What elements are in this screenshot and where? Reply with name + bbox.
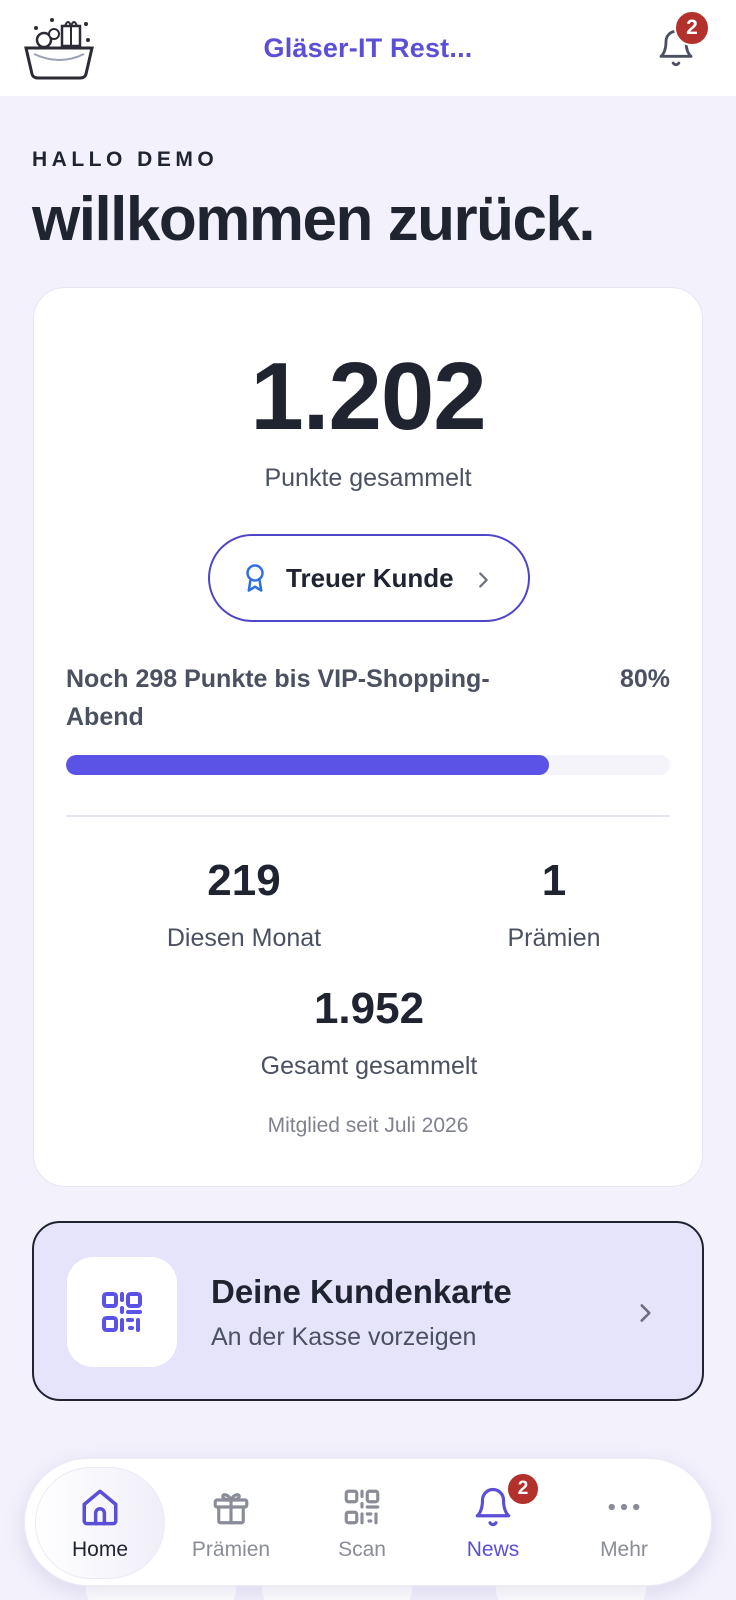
greeting-welcome: willkommen zurück.	[32, 185, 596, 254]
progress-percent: 80%	[619, 665, 670, 693]
gift-basket-logo[interactable]	[22, 14, 96, 80]
notification-badge: 2	[674, 10, 710, 46]
divider	[66, 815, 670, 817]
stat-rewards: 1 Prämien	[404, 856, 704, 953]
bottom-navigation: Home Prämien Scan 2 News Mehr	[24, 1458, 712, 1586]
stat-this-month: 219 Diesen Monat	[94, 856, 394, 953]
customer-card-title: Deine Kundenkarte	[211, 1273, 512, 1310]
notifications-button[interactable]: 2	[656, 10, 710, 68]
qr-scan-icon	[344, 1489, 380, 1525]
nav-scan[interactable]: Scan	[297, 1459, 427, 1587]
nav-news-label: News	[466, 1538, 520, 1561]
stat-total-label: Gesamt gesammelt	[260, 1052, 478, 1080]
app-title: Gläser-IT Rest...	[263, 32, 473, 63]
member-since: Mitglied seit Juli 2026	[267, 1114, 469, 1137]
app-header: Gläser-IT Rest... 2	[0, 0, 736, 96]
greeting-hello: HALLO DEMO	[32, 148, 219, 171]
nav-home[interactable]: Home	[35, 1459, 165, 1587]
nav-more[interactable]: Mehr	[559, 1459, 689, 1587]
nav-rewards[interactable]: Prämien	[166, 1459, 296, 1587]
nav-news-badge: 2	[506, 1472, 540, 1506]
award-ribbon-icon	[246, 564, 264, 592]
points-label: Punkte gesammelt	[264, 464, 472, 492]
stat-total-value: 1.952	[313, 984, 425, 1033]
progress-bar-fill	[66, 755, 550, 775]
stat-rewards-value: 1	[541, 856, 567, 905]
stat-rewards-label: Prämien	[507, 924, 601, 952]
stat-total: 1.952 Gesamt gesammelt	[219, 984, 519, 1081]
nav-rewards-label: Prämien	[191, 1538, 271, 1561]
tier-label: Treuer Kunde	[286, 562, 454, 593]
chevron-right-icon	[640, 1304, 651, 1322]
points-card: 1.202 Punkte gesammelt Treuer Kunde Noch…	[33, 287, 703, 1187]
progress-bar	[66, 755, 670, 775]
nav-more-label: Mehr	[600, 1538, 648, 1561]
stat-month-value: 219	[207, 856, 281, 905]
stat-month-label: Diesen Monat	[166, 924, 322, 952]
nav-scan-label: Scan	[338, 1538, 386, 1561]
qr-code-icon	[102, 1292, 142, 1332]
nav-home-label: Home	[71, 1538, 129, 1561]
customer-card-subtitle: An der Kasse vorzeigen	[211, 1323, 477, 1351]
more-dots-icon	[608, 1503, 640, 1511]
nav-news[interactable]: 2 News	[428, 1459, 558, 1587]
chevron-right-icon	[479, 572, 488, 588]
home-icon	[82, 1489, 118, 1526]
customer-card-button[interactable]: Deine Kundenkarte An der Kasse vorzeigen	[32, 1221, 704, 1401]
tier-button[interactable]: Treuer Kunde	[208, 534, 530, 622]
progress-text: Noch 298 Punkte bis VIP-Shopping-Abend	[66, 665, 490, 731]
customer-card-icon-box	[67, 1257, 177, 1367]
gift-icon	[213, 1493, 249, 1525]
points-value: 1.202	[250, 343, 486, 450]
